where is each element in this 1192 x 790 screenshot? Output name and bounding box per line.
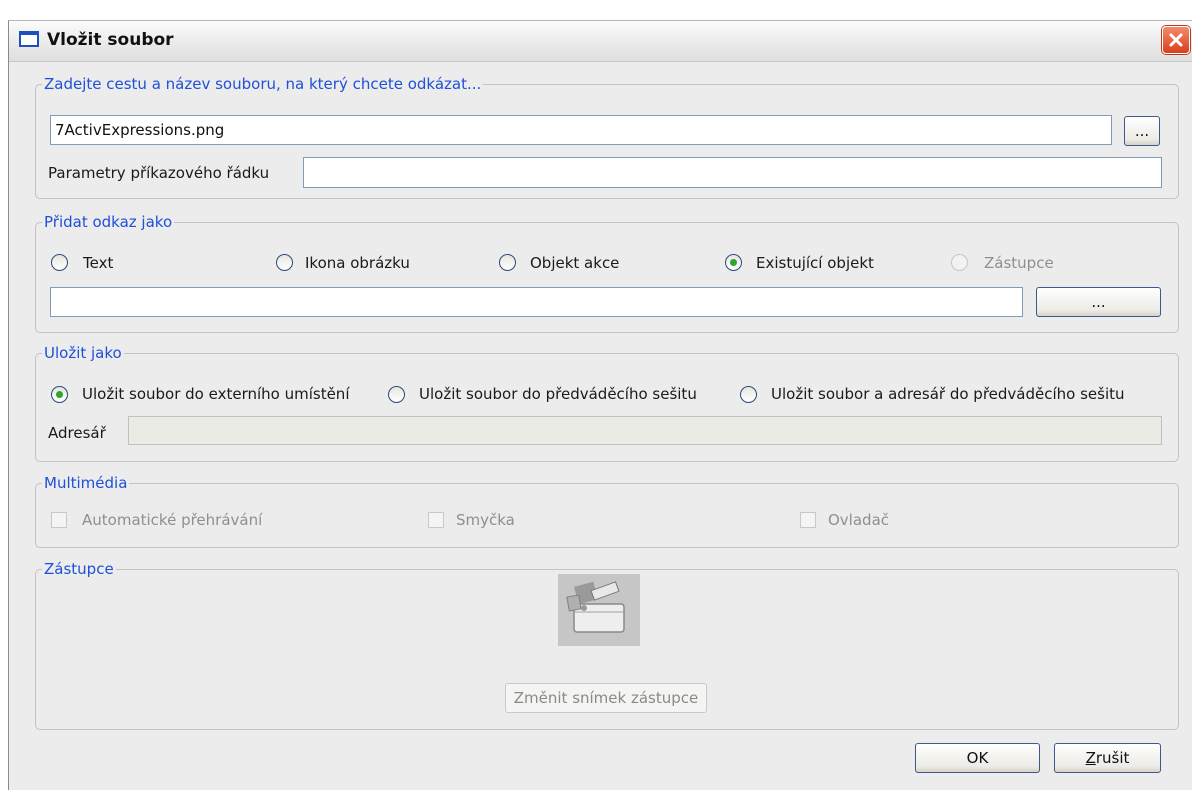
- params-input[interactable]: [303, 157, 1162, 188]
- params-label: Parametry příkazového řádku: [48, 164, 270, 182]
- radio-link-text-label: Text: [83, 254, 114, 272]
- multimedia-legend: Multimédia: [44, 474, 128, 492]
- placeholder-legend: Zástupce: [44, 560, 114, 578]
- window-title: Vložit soubor: [47, 30, 174, 50]
- media-placeholder-icon: [566, 581, 625, 633]
- existing-object-input[interactable]: [50, 287, 1023, 317]
- ok-button[interactable]: OK: [915, 743, 1040, 773]
- radio-link-action-object[interactable]: [499, 254, 516, 271]
- directory-label: Adresář: [48, 424, 106, 442]
- checkbox-loop[interactable]: [428, 512, 444, 528]
- file-path-legend: Zadejte cestu a název souboru, na který …: [44, 75, 482, 93]
- radio-save-flipchart[interactable]: [388, 386, 405, 403]
- radio-link-placeholder[interactable]: [951, 254, 968, 271]
- radio-save-external[interactable]: [51, 386, 68, 403]
- file-path-input[interactable]: [50, 115, 1112, 145]
- radio-link-placeholder-label: Zástupce: [984, 254, 1054, 272]
- checkbox-controller-label: Ovladač: [828, 511, 890, 529]
- radio-link-existing-object-label: Existující objekt: [756, 254, 874, 272]
- radio-save-file-dir-flipchart[interactable]: [740, 386, 757, 403]
- directory-input[interactable]: [128, 416, 1162, 445]
- checkbox-controller[interactable]: [800, 512, 816, 528]
- file-browse-button[interactable]: ...: [1124, 116, 1160, 146]
- save-as-legend: Uložit jako: [44, 344, 122, 362]
- radio-link-existing-object[interactable]: [725, 254, 742, 271]
- radio-link-image-icon[interactable]: [276, 254, 293, 271]
- cancel-hotkey: Z: [1085, 749, 1096, 767]
- checkbox-autoplay[interactable]: [51, 512, 67, 528]
- radio-link-text[interactable]: [51, 254, 68, 271]
- radio-link-image-icon-label: Ikona obrázku: [305, 254, 410, 272]
- close-icon: [1169, 33, 1183, 47]
- object-browse-button[interactable]: ...: [1036, 287, 1161, 317]
- close-button[interactable]: [1162, 26, 1190, 54]
- radio-save-file-dir-flipchart-label: Uložit soubor a adresář do předváděcího …: [771, 385, 1125, 403]
- radio-save-external-label: Uložit soubor do externího umístění: [82, 385, 350, 403]
- checkbox-autoplay-label: Automatické přehrávání: [82, 511, 263, 529]
- title-bar[interactable]: Vložit soubor: [9, 21, 1192, 62]
- checkbox-loop-label: Smyčka: [456, 511, 515, 529]
- cancel-label-rest: rušit: [1095, 749, 1130, 767]
- window-icon: [19, 31, 39, 47]
- link-as-legend: Přidat odkaz jako: [44, 213, 173, 231]
- cancel-button[interactable]: Zrušit: [1054, 743, 1161, 773]
- radio-link-action-object-label: Objekt akce: [530, 254, 620, 272]
- placeholder-image: [558, 574, 640, 646]
- radio-save-flipchart-label: Uložit soubor do předváděcího sešitu: [419, 385, 697, 403]
- change-placeholder-button[interactable]: Změnit snímek zástupce: [505, 683, 707, 713]
